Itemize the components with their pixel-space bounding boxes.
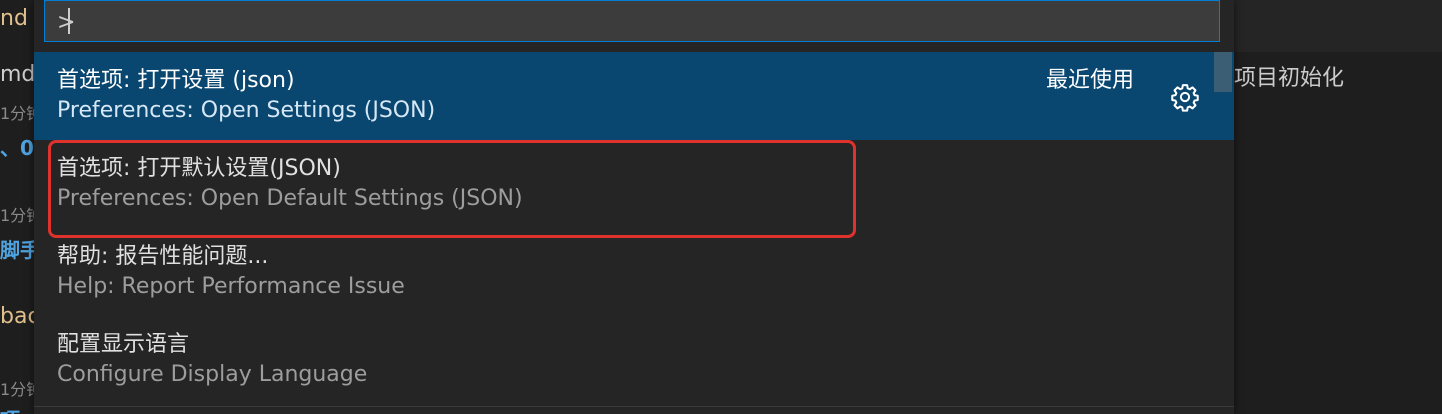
editor-fragment: 项 [0, 404, 20, 414]
editor-fragment: 1分钟 [0, 206, 34, 225]
command-detail: Configure Display Language [57, 362, 368, 387]
command-item-configure-display-language[interactable]: 配置显示语言 Configure Display Language [34, 316, 1234, 404]
editor-fragment: md [0, 62, 34, 87]
command-label: 配置显示语言 [57, 332, 190, 357]
editor-right-area: 项目初始化 [1234, 0, 1442, 414]
command-item-open-settings-json[interactable]: 首选项: 打开设置 (json) Preferences: Open Setti… [34, 52, 1234, 140]
command-detail: Preferences: Open Settings (JSON) [57, 98, 436, 123]
command-detail: Help: Report Performance Issue [57, 274, 405, 299]
command-item-open-default-settings-json[interactable]: 首选项: 打开默认设置(JSON) Preferences: Open Defa… [34, 140, 1234, 228]
list-scrollbar-thumb[interactable] [1214, 52, 1232, 92]
editor-fragment: 、0 [0, 136, 34, 160]
editor-fragment: nd [0, 6, 28, 31]
text-caret [68, 8, 70, 34]
gear-icon[interactable] [1170, 82, 1200, 112]
command-label: 首选项: 打开设置 (json) [57, 68, 295, 93]
command-item-report-performance-issue[interactable]: 帮助: 报告性能问题... Help: Report Performance I… [34, 228, 1234, 316]
command-input-box[interactable] [44, 0, 1220, 42]
recently-used-badge: 最近使用 [1046, 68, 1135, 93]
editor-fragment: 脚手 [0, 238, 34, 262]
command-detail: Preferences: Open Default Settings (JSON… [57, 186, 523, 211]
editor-fragment: bac [0, 304, 34, 329]
list-bottom-divider [34, 406, 1234, 407]
editor-fragment: 1分钟 [0, 380, 34, 399]
command-list: 首选项: 打开设置 (json) Preferences: Open Setti… [34, 52, 1234, 404]
command-input[interactable] [55, 5, 1199, 39]
command-palette: 首选项: 打开设置 (json) Preferences: Open Setti… [34, 0, 1234, 414]
command-label: 首选项: 打开默认设置(JSON) [57, 156, 341, 181]
command-label: 帮助: 报告性能问题... [57, 244, 269, 269]
editor-tab-strip [1234, 0, 1442, 52]
editor-heading-fragment: 项目初始化 [1234, 66, 1345, 91]
editor-left-sliver: nd md 1分钟 、0 1分钟 脚手 bac 1分钟 项 [0, 0, 34, 414]
editor-fragment: 1分钟 [0, 104, 34, 123]
